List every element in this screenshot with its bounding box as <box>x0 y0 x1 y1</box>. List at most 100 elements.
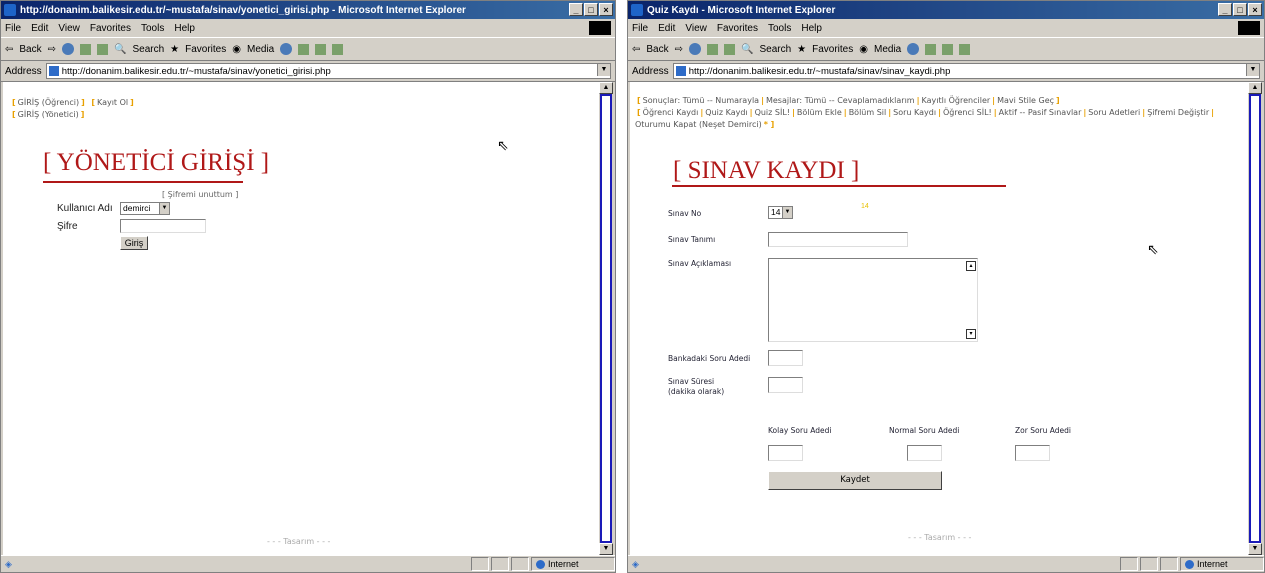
scroll-down-icon[interactable]: ▾ <box>966 329 976 339</box>
search-button[interactable]: Search <box>759 44 791 55</box>
tanim-label: Sınav Tanımı <box>668 235 716 244</box>
media-button[interactable]: Media <box>874 44 901 55</box>
nav-question-register[interactable]: Soru Kaydı <box>893 108 936 117</box>
nav-admin-login[interactable]: GİRİŞ (Yönetici) <box>18 110 79 119</box>
windows-logo-icon <box>589 21 611 35</box>
favorites-icon[interactable]: ★ <box>797 44 806 55</box>
scroll-thumb[interactable] <box>600 94 612 543</box>
search-icon[interactable]: 🔍 <box>741 44 753 55</box>
print-icon[interactable] <box>315 43 327 55</box>
nav-student-register[interactable]: Öğrenci Kaydı <box>643 108 699 117</box>
minimize-button[interactable]: _ <box>569 3 583 16</box>
sure-input[interactable] <box>768 377 803 393</box>
media-button[interactable]: Media <box>247 44 274 55</box>
nav-quiz-register[interactable]: Quiz Kaydı <box>705 108 747 117</box>
nav-add-section[interactable]: Bölüm Ekle <box>797 108 842 117</box>
menu-tools[interactable]: Tools <box>768 23 791 34</box>
edit-icon[interactable] <box>332 43 344 55</box>
nav-quiz-delete[interactable]: Quiz SİL! <box>755 108 790 117</box>
menu-edit[interactable]: Edit <box>658 23 675 34</box>
media-icon[interactable]: ◉ <box>232 44 241 55</box>
back-icon[interactable]: ⇦ <box>632 44 640 55</box>
home-icon[interactable] <box>97 43 109 55</box>
menu-help[interactable]: Help <box>801 23 822 34</box>
menu-favorites[interactable]: Favorites <box>90 23 131 34</box>
zor-input[interactable] <box>1015 445 1050 461</box>
home-icon[interactable] <box>724 43 736 55</box>
nav-change-password[interactable]: Şifremi Değiştir <box>1147 108 1209 117</box>
back-button[interactable]: Back <box>19 44 41 55</box>
window-title: Quiz Kaydı - Microsoft Internet Explorer <box>647 4 836 16</box>
vertical-scrollbar[interactable]: ▲ ▼ <box>1248 82 1262 555</box>
menu-view[interactable]: View <box>685 23 707 34</box>
kolay-input[interactable] <box>768 445 803 461</box>
menu-file[interactable]: File <box>632 23 648 34</box>
scroll-up-icon[interactable]: ▴ <box>966 261 976 271</box>
nav-delete-section[interactable]: Bölüm Sil <box>849 108 887 117</box>
scroll-thumb[interactable] <box>1249 94 1261 543</box>
scroll-up-icon[interactable]: ▲ <box>1248 82 1262 94</box>
edit-icon[interactable] <box>959 43 971 55</box>
menu-help[interactable]: Help <box>174 23 195 34</box>
chevron-down-icon[interactable]: ▼ <box>597 64 610 76</box>
stop-icon[interactable] <box>62 43 75 55</box>
scroll-down-icon[interactable]: ▼ <box>1248 543 1262 555</box>
menu-favorites[interactable]: Favorites <box>717 23 758 34</box>
address-input[interactable]: http://donanim.balikesir.edu.tr/~mustafa… <box>45 63 611 79</box>
close-button[interactable]: × <box>1248 3 1262 16</box>
mail-icon[interactable] <box>925 43 937 55</box>
mail-icon[interactable] <box>298 43 310 55</box>
nav-results[interactable]: Sonuçlar: Tümü -- Numarayla <box>643 96 759 105</box>
forward-icon[interactable]: ⇨ <box>48 44 56 55</box>
nav-student-delete[interactable]: Öğrenci SİL! <box>943 108 992 117</box>
sure-sublabel: (dakika olarak) <box>668 387 725 396</box>
chevron-down-icon[interactable]: ▼ <box>1246 64 1259 76</box>
back-icon[interactable]: ⇦ <box>5 44 13 55</box>
menu-file[interactable]: File <box>5 23 21 34</box>
minimize-button[interactable]: _ <box>1218 3 1232 16</box>
banka-input[interactable] <box>768 350 803 366</box>
vertical-scrollbar[interactable]: ▲ ▼ <box>599 82 613 555</box>
history-icon[interactable] <box>907 43 920 55</box>
normal-input[interactable] <box>907 445 942 461</box>
search-button[interactable]: Search <box>132 44 164 55</box>
stop-icon[interactable] <box>689 43 702 55</box>
aciklama-textarea[interactable]: ▴ ▾ <box>768 258 978 342</box>
scroll-down-icon[interactable]: ▼ <box>599 543 613 555</box>
menu-view[interactable]: View <box>58 23 80 34</box>
toolbar: ⇦ Back ⇨ 🔍 Search ★ Favorites ◉ Media <box>628 38 1264 61</box>
close-button[interactable]: × <box>599 3 613 16</box>
media-icon[interactable]: ◉ <box>859 44 868 55</box>
login-button[interactable]: Giriş <box>120 236 148 250</box>
nav-registered-students[interactable]: Kayıtlı Öğrenciler <box>922 96 991 105</box>
forgot-password-link[interactable]: [ Şifremi unuttum ] <box>162 190 238 199</box>
nav-messages[interactable]: Mesajlar: Tümü -- Cevaplamadıklarım <box>766 96 915 105</box>
nav-register[interactable]: Kayıt Ol <box>97 98 128 107</box>
tanim-input[interactable] <box>768 232 908 247</box>
maximize-button[interactable]: □ <box>1233 3 1247 16</box>
favorites-button[interactable]: Favorites <box>185 44 226 55</box>
maximize-button[interactable]: □ <box>584 3 598 16</box>
nav-question-counts[interactable]: Soru Adetleri <box>1088 108 1140 117</box>
nav-active-passive[interactable]: Aktif -- Pasif Sınavlar <box>999 108 1082 117</box>
menu-edit[interactable]: Edit <box>31 23 48 34</box>
favorites-button[interactable]: Favorites <box>812 44 853 55</box>
back-button[interactable]: Back <box>646 44 668 55</box>
nav-logout[interactable]: Oturumu Kapat (Neşet Demirci) <box>635 120 762 129</box>
save-button[interactable]: Kaydet <box>768 471 942 490</box>
forward-icon[interactable]: ⇨ <box>675 44 683 55</box>
password-input[interactable] <box>120 219 206 233</box>
refresh-icon[interactable] <box>707 43 719 55</box>
scroll-up-icon[interactable]: ▲ <box>599 82 613 94</box>
search-icon[interactable]: 🔍 <box>114 44 126 55</box>
history-icon[interactable] <box>280 43 293 55</box>
address-input[interactable]: http://donanim.balikesir.edu.tr/~mustafa… <box>672 63 1260 79</box>
sinav-no-select[interactable]: 14 ▼ <box>768 206 793 219</box>
print-icon[interactable] <box>942 43 954 55</box>
nav-student-login[interactable]: GİRİŞ (Öğrenci) <box>18 98 79 107</box>
username-select[interactable]: demirci ▼ <box>120 202 170 215</box>
nav-blue-style[interactable]: Mavi Stile Geç <box>997 96 1054 105</box>
refresh-icon[interactable] <box>80 43 92 55</box>
menu-tools[interactable]: Tools <box>141 23 164 34</box>
favorites-icon[interactable]: ★ <box>170 44 179 55</box>
